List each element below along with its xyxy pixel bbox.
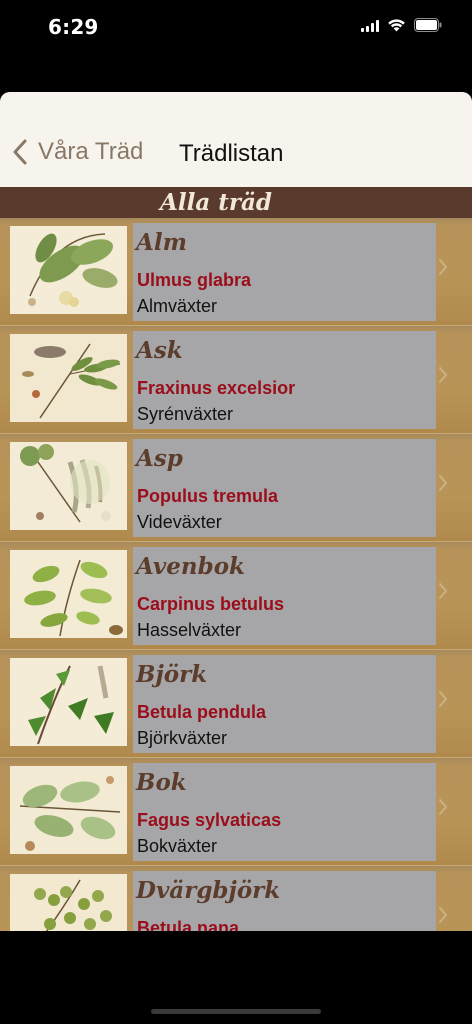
cellular-signal-icon [361, 19, 379, 32]
home-indicator[interactable] [151, 1009, 321, 1014]
tree-list[interactable]: Alm Ulmus glabra Almväxter Ask Fraxinus … [0, 218, 472, 931]
tree-name: Avenbok [136, 553, 245, 580]
chevron-right-icon [438, 798, 448, 816]
tree-card: Alm Ulmus glabra Almväxter [133, 223, 436, 321]
tree-name: Ask [136, 337, 183, 364]
tree-card: Björk Betula pendula Björkväxter [133, 655, 436, 753]
tree-card: Dvärgbjörk Betula nana [133, 871, 436, 931]
chevron-right-icon [438, 582, 448, 600]
latin-name: Betula pendula [137, 702, 267, 722]
tree-row[interactable]: Björk Betula pendula Björkväxter [0, 650, 472, 758]
tree-name: Asp [136, 445, 183, 472]
section-header: Alla träd [0, 187, 472, 218]
tree-row[interactable]: Asp Populus tremula Videväxter [0, 434, 472, 542]
tree-illustration [10, 334, 127, 422]
navigation-bar: Våra Träd Trädlistan [0, 92, 472, 187]
latin-name: Populus tremula [137, 486, 279, 506]
back-button[interactable]: Våra Träd [12, 138, 143, 166]
family-name: Hasselväxter [137, 620, 242, 640]
chevron-right-icon [438, 258, 448, 276]
wifi-icon [387, 18, 406, 32]
chevron-right-icon [438, 474, 448, 492]
chevron-right-icon [438, 906, 448, 924]
status-bar: 6:29 [0, 0, 472, 60]
tree-name: Bok [136, 769, 187, 796]
tree-illustration [10, 874, 127, 931]
tree-illustration [10, 442, 127, 530]
tree-card: Ask Fraxinus excelsior Syrénväxter [133, 331, 436, 429]
tree-illustration [10, 226, 127, 314]
status-time: 6:29 [48, 15, 99, 39]
tree-name: Alm [136, 229, 187, 256]
latin-name: Betula nana [137, 918, 240, 931]
tree-name: Dvärgbjörk [136, 877, 281, 904]
tree-row[interactable]: Bok Fagus sylvaticas Bokväxter [0, 758, 472, 866]
latin-name: Fagus sylvaticas [137, 810, 282, 830]
tree-illustration [10, 658, 127, 746]
modal-sheet: Våra Träd Trädlistan Alla träd Alm Ulmus… [0, 92, 472, 931]
tree-row[interactable]: Alm Ulmus glabra Almväxter [0, 218, 472, 326]
tree-illustration [10, 766, 127, 854]
status-icons [361, 18, 442, 32]
battery-icon [414, 18, 442, 32]
tree-row[interactable]: Ask Fraxinus excelsior Syrénväxter [0, 326, 472, 434]
tree-card: Avenbok Carpinus betulus Hasselväxter [133, 547, 436, 645]
tree-row[interactable]: Avenbok Carpinus betulus Hasselväxter [0, 542, 472, 650]
back-button-label: Våra Träd [38, 138, 144, 165]
tree-illustration [10, 550, 127, 638]
section-title: Alla träd [160, 189, 272, 216]
family-name: Bokväxter [137, 836, 218, 856]
tree-name: Björk [136, 661, 208, 688]
family-name: Almväxter [137, 296, 218, 316]
chevron-right-icon [438, 690, 448, 708]
latin-name: Carpinus betulus [137, 594, 285, 614]
tree-row[interactable]: Dvärgbjörk Betula nana [0, 866, 472, 931]
tree-card: Bok Fagus sylvaticas Bokväxter [133, 763, 436, 861]
chevron-left-icon [12, 138, 28, 166]
family-name: Björkväxter [137, 728, 228, 748]
latin-name: Fraxinus excelsior [137, 378, 296, 398]
chevron-right-icon [438, 366, 448, 384]
family-name: Videväxter [137, 512, 222, 532]
family-name: Syrénväxter [137, 404, 234, 424]
page-title: Trädlistan [179, 140, 284, 167]
latin-name: Ulmus glabra [137, 270, 252, 290]
tree-card: Asp Populus tremula Videväxter [133, 439, 436, 537]
